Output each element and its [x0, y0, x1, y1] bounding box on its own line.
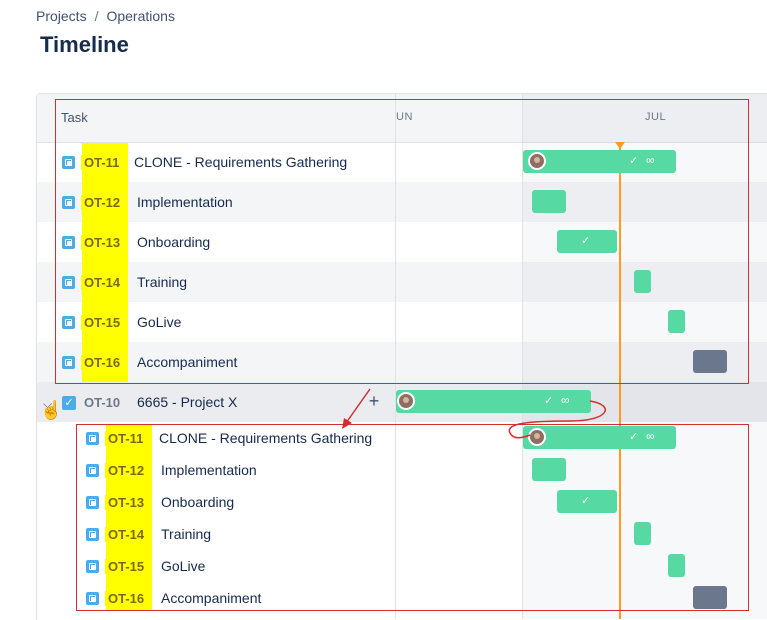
breadcrumb-operations[interactable]: Operations	[106, 8, 174, 24]
annotation-arrows	[342, 388, 607, 439]
breadcrumb-projects[interactable]: Projects	[36, 8, 87, 24]
page-title: Timeline	[40, 32, 129, 57]
annotation-box-top	[55, 99, 749, 384]
issue-key[interactable]: OT-10	[81, 395, 123, 410]
breadcrumb-separator: /	[94, 8, 99, 24]
annotation-box-bottom	[76, 424, 749, 611]
annotation-loop	[508, 400, 607, 439]
hand-cursor-icon: ☝	[40, 400, 63, 420]
task-icon: ✓	[62, 396, 76, 410]
annotation-arrowhead	[342, 418, 352, 429]
breadcrumb: Projects / Operations	[36, 8, 175, 24]
issue-summary[interactable]: 6665 - Project X	[137, 394, 237, 410]
annotation-arrow-line	[345, 388, 371, 424]
